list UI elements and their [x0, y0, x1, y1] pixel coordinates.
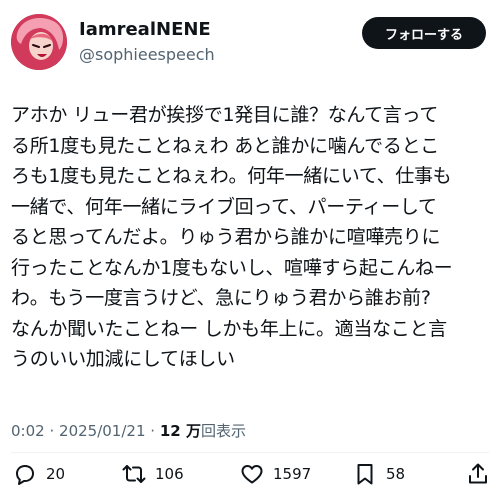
bookmark-count: 58: [386, 465, 406, 483]
tweet-card: IamrealNENE @sophieespeech フォローする アホか リュ…: [0, 0, 500, 497]
author-handle[interactable]: @sophieespeech: [79, 45, 215, 64]
tweet-text-line: ろも1度も見たことねぇわ。何年一緒にいて、仕事も: [11, 165, 452, 187]
tweet-date[interactable]: 2025/01/21: [59, 422, 145, 440]
bookmark-button[interactable]: 58: [353, 461, 405, 487]
tweet-meta: 0:02 · 2025/01/21 · 12 万回表示: [11, 420, 246, 441]
like-button[interactable]: 1597: [240, 461, 311, 487]
heart-icon: [241, 465, 263, 484]
tweet-text-line: わ。もう一度言うけど、急にりゅう君から誰お前?: [11, 287, 431, 309]
tweet-text-line: うのいい加減にしてほしい: [11, 348, 235, 370]
tweet-text-line: ると思ってんだよ。りゅう君から誰かに喧嘩売りに: [11, 226, 441, 248]
reply-icon: [16, 465, 34, 485]
reply-button[interactable]: 20: [13, 461, 65, 487]
follow-button[interactable]: フォローする: [362, 17, 486, 49]
like-count: 1597: [273, 465, 312, 483]
views-count: 12 万: [159, 422, 201, 440]
repost-icon: [122, 465, 146, 483]
bookmark-icon: [357, 464, 373, 485]
meta-separator: ·: [150, 422, 156, 440]
meta-separator: ·: [49, 422, 55, 440]
share-button[interactable]: [466, 461, 490, 487]
tweet-text-line: アホか リュー君が挨拶で1発目に誰？なんて言って: [11, 104, 439, 126]
tweet-text: アホか リュー君が挨拶で1発目に誰？なんて言って る所1度も見たことねぇわ あと…: [11, 100, 493, 375]
tweet-text-line: なんか聞いたことねー しかも年上に。適当なこと言: [11, 317, 447, 340]
tweet-text-line: 行ったことなんか1度もないし、喧嘩すら起こんねー: [11, 256, 453, 279]
tweet-time[interactable]: 0:02: [11, 422, 45, 440]
repost-button[interactable]: 106: [122, 461, 184, 487]
share-icon: [469, 463, 487, 484]
avatar[interactable]: [11, 14, 67, 70]
views-label: 回表示: [200, 422, 246, 440]
divider: [11, 452, 489, 453]
author-display-name[interactable]: IamrealNENE: [79, 19, 211, 40]
avatar-image: [11, 14, 67, 70]
repost-count: 106: [155, 465, 184, 483]
tweet-text-line: 一緒で、何年一緒にライブ回って、パーティーして: [11, 195, 437, 218]
tweet-text-line: る所1度も見たことねぇわ あと誰かに噛んでるとこ: [11, 134, 439, 157]
reply-count: 20: [46, 465, 66, 483]
